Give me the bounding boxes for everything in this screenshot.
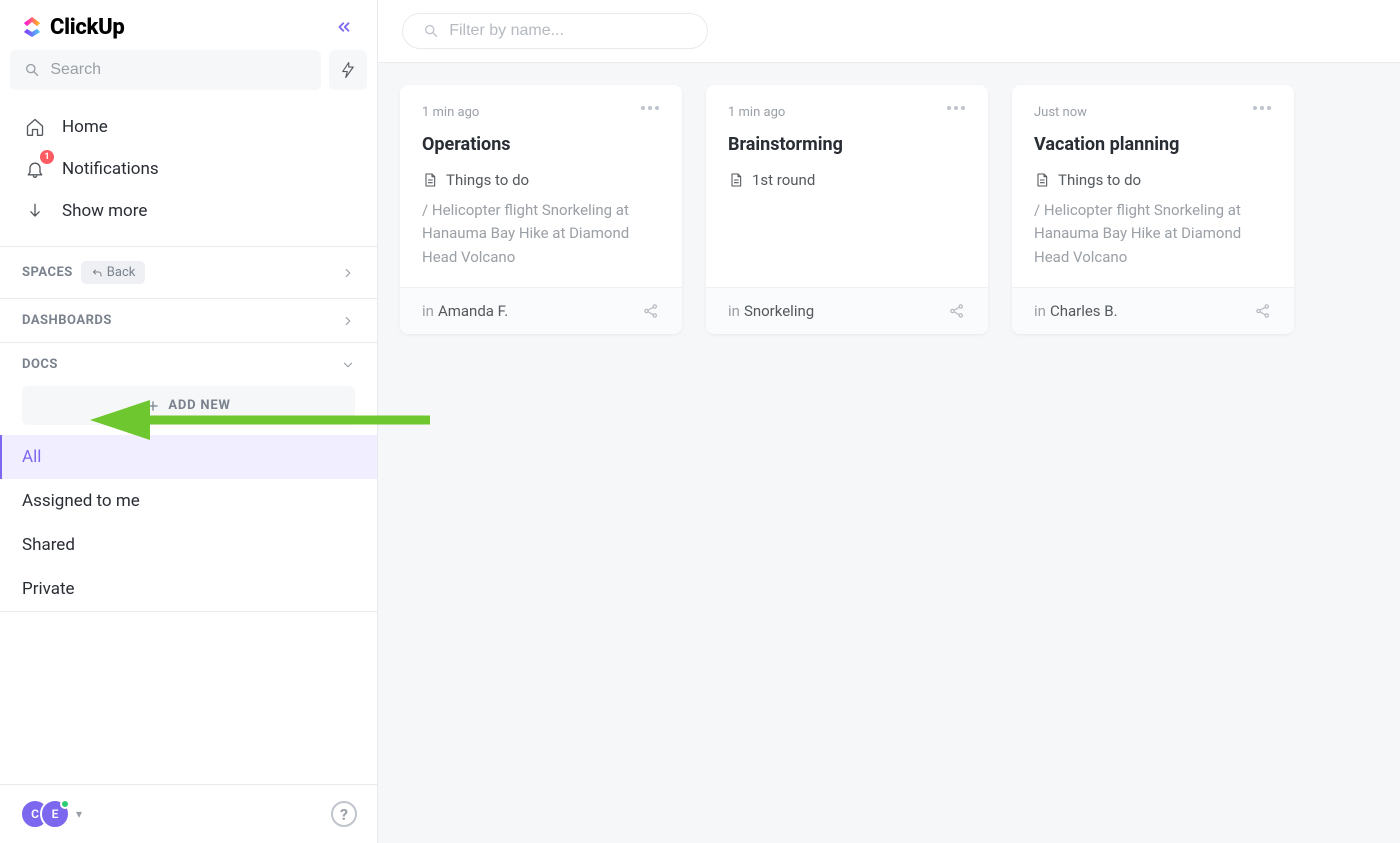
share-button[interactable]: [642, 302, 660, 320]
arrow-down-icon: [25, 201, 45, 221]
card-location: Charles B.: [1050, 302, 1118, 320]
nav-showmore[interactable]: Show more: [10, 190, 367, 232]
card-in-label: in: [728, 302, 740, 320]
doc-card[interactable]: Just now Vacation planning Things to do …: [1012, 85, 1294, 334]
card-timestamp: Just now: [1034, 105, 1272, 120]
card-title: Vacation planning: [1034, 134, 1272, 155]
card-in-label: in: [422, 302, 434, 320]
card-doc-name: 1st round: [752, 171, 815, 189]
section-spaces-title: SPACES: [22, 265, 73, 280]
share-icon: [1254, 302, 1272, 320]
doc-card[interactable]: 1 min ago Brainstorming 1st round inSnor…: [706, 85, 988, 334]
filter-box[interactable]: [402, 13, 708, 49]
card-footer: inCharles B.: [1012, 287, 1294, 334]
collapse-sidebar-button[interactable]: [331, 14, 357, 40]
doc-card[interactable]: 1 min ago Operations Things to do / Heli…: [400, 85, 682, 334]
sidebar-header: ClickUp: [0, 0, 377, 50]
doc-cards-grid: 1 min ago Operations Things to do / Heli…: [378, 63, 1400, 356]
doc-filter-list: All Assigned to me Shared Private: [0, 435, 377, 612]
card-in-label: in: [1034, 302, 1046, 320]
search-box[interactable]: [10, 50, 321, 90]
avatar: E: [40, 799, 70, 829]
chevron-down-icon: [341, 358, 355, 372]
brand-name: ClickUp: [50, 15, 125, 40]
main-content: 1 min ago Operations Things to do / Heli…: [378, 0, 1400, 843]
chevron-double-left-icon: [335, 18, 353, 36]
spaces-back-chip[interactable]: Back: [81, 261, 146, 284]
main-header: [378, 0, 1400, 63]
card-more-button[interactable]: [1252, 105, 1272, 111]
sidebar: ClickUp Home 1 Notifications: [0, 0, 378, 843]
document-icon: [728, 172, 744, 188]
card-timestamp: 1 min ago: [422, 105, 660, 120]
ellipsis-icon: [640, 105, 660, 111]
card-footer: inSnorkeling: [706, 287, 988, 334]
section-spaces[interactable]: SPACES Back: [0, 246, 377, 298]
return-icon: [91, 267, 103, 279]
doc-filter-all[interactable]: All: [0, 435, 377, 479]
nav-notifications[interactable]: 1 Notifications: [10, 148, 367, 190]
nav-home-label: Home: [62, 117, 108, 137]
card-title: Operations: [422, 134, 660, 155]
card-preview: / Helicopter flight Snorkeling at Hanaum…: [1034, 199, 1272, 269]
section-dashboards[interactable]: DASHBOARDS: [0, 298, 377, 342]
doc-filter-shared[interactable]: Shared: [0, 523, 377, 567]
home-icon: [25, 117, 45, 137]
card-title: Brainstorming: [728, 134, 966, 155]
share-button[interactable]: [948, 302, 966, 320]
workspace-avatars[interactable]: C E: [20, 799, 70, 829]
search-row: [0, 50, 377, 100]
notification-badge: 1: [40, 150, 54, 164]
logo[interactable]: ClickUp: [20, 15, 125, 40]
search-input[interactable]: [50, 61, 307, 79]
plus-icon: [146, 399, 160, 413]
card-more-button[interactable]: [640, 105, 660, 111]
section-docs[interactable]: DOCS: [0, 342, 377, 386]
nav-list: Home 1 Notifications Show more: [0, 100, 377, 246]
quick-action-button[interactable]: [329, 50, 367, 90]
share-button[interactable]: [1254, 302, 1272, 320]
filter-input[interactable]: [449, 22, 687, 40]
chevron-right-icon: [341, 266, 355, 280]
online-indicator: [60, 799, 70, 809]
search-icon: [24, 61, 40, 79]
section-docs-title: DOCS: [22, 357, 58, 372]
sidebar-footer: C E ▾ ?: [0, 784, 377, 843]
nav-showmore-label: Show more: [62, 201, 147, 221]
share-icon: [948, 302, 966, 320]
card-doc-name: Things to do: [446, 171, 529, 189]
card-location: Snorkeling: [744, 302, 814, 320]
card-doc-name: Things to do: [1058, 171, 1141, 189]
card-more-button[interactable]: [946, 105, 966, 111]
card-location: Amanda F.: [438, 302, 508, 320]
section-dashboards-title: DASHBOARDS: [22, 313, 112, 328]
doc-filter-private[interactable]: Private: [0, 567, 377, 611]
card-doc-row: Things to do: [422, 171, 660, 189]
card-timestamp: 1 min ago: [728, 105, 966, 120]
doc-filter-assigned[interactable]: Assigned to me: [0, 479, 377, 523]
add-new-label: ADD NEW: [168, 398, 230, 413]
document-icon: [1034, 172, 1050, 188]
back-label: Back: [107, 265, 136, 280]
share-icon: [642, 302, 660, 320]
search-icon: [423, 22, 439, 40]
card-doc-row: Things to do: [1034, 171, 1272, 189]
lightning-icon: [339, 61, 357, 79]
nav-home[interactable]: Home: [10, 106, 367, 148]
card-preview: / Helicopter flight Snorkeling at Hanaum…: [422, 199, 660, 269]
clickup-logo-icon: [20, 15, 44, 39]
card-doc-row: 1st round: [728, 171, 966, 189]
card-footer: inAmanda F.: [400, 287, 682, 334]
ellipsis-icon: [946, 105, 966, 111]
nav-notifications-label: Notifications: [62, 159, 159, 179]
ellipsis-icon: [1252, 105, 1272, 111]
avatar-caret-icon[interactable]: ▾: [76, 807, 82, 821]
add-new-button[interactable]: ADD NEW: [22, 386, 355, 425]
chevron-right-icon: [341, 314, 355, 328]
help-button[interactable]: ?: [331, 801, 357, 827]
document-icon: [422, 172, 438, 188]
